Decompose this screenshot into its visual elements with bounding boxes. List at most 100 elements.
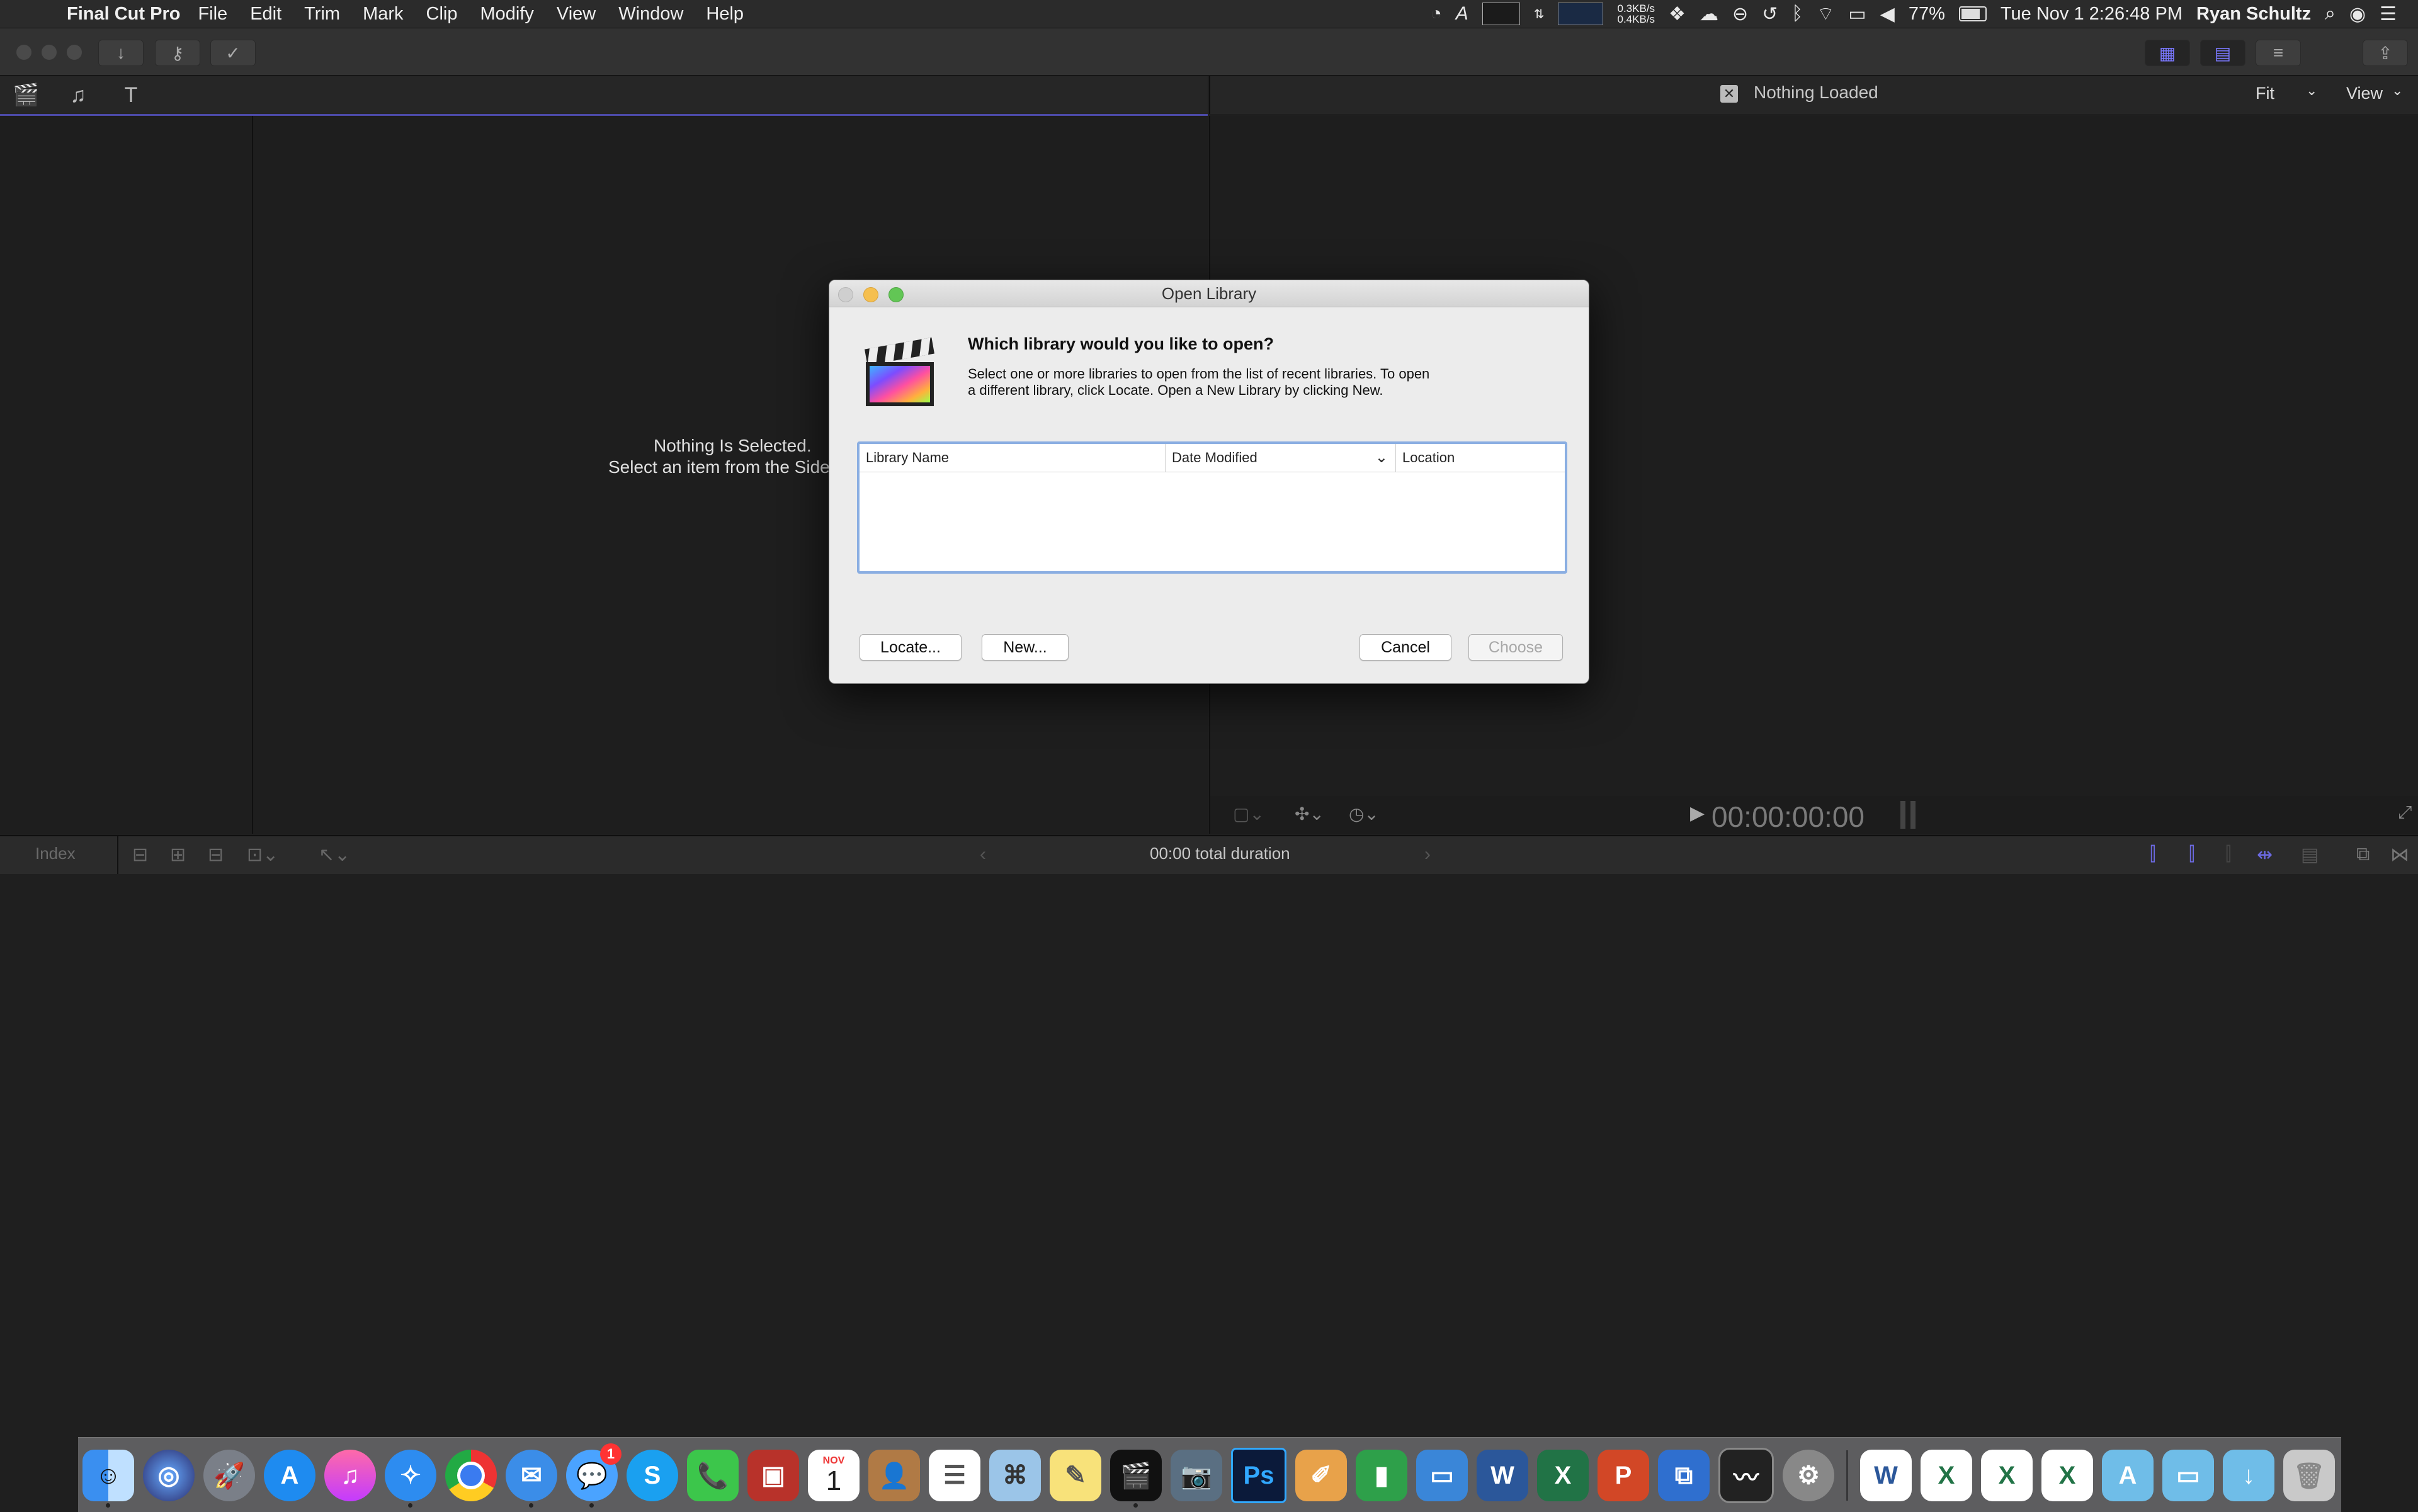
index-button[interactable]: Index bbox=[35, 844, 76, 863]
pages-icon[interactable]: ✐ bbox=[1295, 1450, 1347, 1501]
chevron-down-icon[interactable]: ⌄ bbox=[2392, 82, 2403, 99]
dialog-minimize-button[interactable] bbox=[863, 287, 878, 302]
menu-view[interactable]: View bbox=[557, 4, 596, 25]
chrome-icon[interactable] bbox=[445, 1450, 497, 1501]
transfer-arrows-icon[interactable]: ⇅ bbox=[1534, 6, 1545, 22]
connect-clip-icon[interactable]: ⊟ bbox=[132, 844, 148, 866]
excel-document-icon[interactable]: X bbox=[1981, 1450, 2033, 1501]
bluetooth-icon[interactable]: ᛒ bbox=[1791, 3, 1803, 25]
downloads-folder-icon[interactable]: ↓ bbox=[2223, 1450, 2274, 1501]
messages-icon[interactable]: 💬 1 bbox=[566, 1443, 622, 1508]
final-cut-pro-dock-icon[interactable]: 🎬 bbox=[1110, 1450, 1162, 1508]
skype-icon[interactable]: S bbox=[627, 1450, 678, 1501]
cpu-meter-icon[interactable] bbox=[1482, 3, 1520, 25]
viewer-options-icon[interactable]: ▢⌄ bbox=[1233, 804, 1264, 824]
select-tool-icon[interactable]: ↖⌄ bbox=[319, 844, 350, 866]
zoom-menu[interactable]: Fit bbox=[2256, 84, 2274, 103]
column-location[interactable]: Location bbox=[1396, 444, 1562, 472]
documents-folder-icon[interactable]: ▭ bbox=[2162, 1450, 2214, 1501]
window-close-button[interactable] bbox=[16, 45, 31, 60]
excel-document-icon[interactable]: X bbox=[1921, 1450, 1972, 1501]
back-arrow-icon[interactable]: ‹ bbox=[980, 844, 986, 865]
menu-modify[interactable]: Modify bbox=[480, 4, 534, 25]
finder-icon[interactable]: ☺ bbox=[82, 1450, 134, 1508]
background-tasks-button[interactable]: ✓ bbox=[210, 40, 256, 66]
notification-center-icon[interactable]: ☰ bbox=[2380, 3, 2397, 25]
import-button[interactable]: ↓ bbox=[98, 40, 144, 66]
app-menu[interactable]: Final Cut Pro bbox=[67, 4, 180, 25]
titles-generators-icon[interactable]: T bbox=[118, 82, 144, 108]
excel-icon[interactable]: X bbox=[1537, 1450, 1589, 1501]
spotlight-search-icon[interactable]: ⌕ bbox=[2325, 3, 2336, 25]
itunes-icon[interactable]: ♫ bbox=[324, 1450, 376, 1501]
column-date-modified[interactable]: Date Modified ⌄ bbox=[1166, 444, 1396, 472]
clip-appearance-icon[interactable]: ▤ bbox=[2301, 844, 2319, 866]
append-clip-icon[interactable]: ⊟ bbox=[208, 844, 224, 866]
applications-folder-icon[interactable]: A bbox=[2102, 1450, 2154, 1501]
word-icon[interactable]: W bbox=[1477, 1450, 1528, 1501]
trash-icon[interactable]: 🗑 bbox=[2283, 1450, 2335, 1501]
photo-booth-icon[interactable]: ▣ bbox=[747, 1450, 799, 1501]
fullscreen-icon[interactable]: ⤢ bbox=[2398, 802, 2412, 823]
new-library-button[interactable]: New... bbox=[982, 634, 1069, 661]
window-minimize-button[interactable] bbox=[42, 45, 57, 60]
sort-chevron-down-icon[interactable]: ⌄ bbox=[1375, 444, 1388, 472]
app-store-icon[interactable]: A bbox=[264, 1450, 315, 1501]
battery-icon[interactable] bbox=[1958, 6, 1987, 21]
timecode-display[interactable]: 00:00:00:00 bbox=[1711, 800, 1865, 834]
overwrite-clip-icon[interactable]: ⊡⌄ bbox=[247, 844, 278, 866]
siri-icon[interactable]: ◉ bbox=[2349, 3, 2366, 25]
transform-tool-icon[interactable]: ✣⌄ bbox=[1295, 804, 1324, 824]
menu-help[interactable]: Help bbox=[706, 4, 744, 25]
chevron-down-icon[interactable]: ⌄ bbox=[2306, 82, 2317, 99]
locate-button[interactable]: Locate... bbox=[860, 634, 962, 661]
forward-arrow-icon[interactable]: › bbox=[1424, 844, 1431, 865]
safari-icon[interactable]: ✧ bbox=[385, 1450, 436, 1508]
wifi-icon[interactable]: ⌔ bbox=[1817, 2, 1834, 26]
calendar-icon[interactable]: NOV 1 bbox=[808, 1450, 860, 1501]
photoshop-icon[interactable]: Ps bbox=[1231, 1448, 1286, 1503]
snapping-icon[interactable]: ⇹ bbox=[2257, 844, 2273, 866]
contacts-icon[interactable]: 👤 bbox=[868, 1450, 920, 1501]
battery-percent[interactable]: 77% bbox=[1909, 4, 1945, 25]
share-button[interactable]: ⇪ bbox=[2363, 40, 2408, 66]
audio-skimming-icon[interactable]: ⫿ bbox=[2189, 844, 2195, 865]
choose-button[interactable]: Choose bbox=[1468, 634, 1563, 661]
cloud-icon[interactable]: ☁ bbox=[1700, 3, 1718, 25]
menu-trim[interactable]: Trim bbox=[304, 4, 340, 25]
text-input-icon[interactable]: A bbox=[1456, 3, 1468, 25]
airplay-icon[interactable]: ▭ bbox=[1848, 3, 1866, 25]
preview-icon[interactable]: ⌘ bbox=[989, 1450, 1041, 1501]
view-menu[interactable]: View bbox=[2346, 84, 2383, 103]
notes-icon[interactable]: ✎ bbox=[1050, 1450, 1101, 1501]
libraries-sidebar[interactable] bbox=[0, 116, 253, 834]
system-preferences-icon[interactable]: ⚙ bbox=[1783, 1450, 1834, 1501]
clock-app-icon[interactable]: ◔ bbox=[1431, 3, 1442, 25]
launchpad-icon[interactable]: 🚀 bbox=[203, 1450, 255, 1501]
solo-icon[interactable]: ⫿ bbox=[2225, 844, 2232, 865]
facetime-icon[interactable]: 📞 bbox=[687, 1450, 739, 1501]
excel-document-icon[interactable]: X bbox=[2041, 1450, 2093, 1501]
volume-icon[interactable]: ◀ bbox=[1880, 3, 1895, 25]
keywords-button[interactable]: ⚷ bbox=[155, 40, 200, 66]
audio-meter-icon[interactable] bbox=[1900, 801, 1916, 829]
powerpoint-icon[interactable]: P bbox=[1598, 1450, 1649, 1501]
cancel-button[interactable]: Cancel bbox=[1359, 634, 1451, 661]
dialog-close-button[interactable] bbox=[838, 287, 853, 302]
timeline-toggle-button[interactable]: ▤ bbox=[2200, 40, 2245, 66]
network-graph-icon[interactable] bbox=[1558, 3, 1604, 25]
menu-file[interactable]: File bbox=[198, 4, 227, 25]
insert-clip-icon[interactable]: ⊞ bbox=[170, 844, 186, 866]
browser-toggle-button[interactable]: ▦ bbox=[2145, 40, 2190, 66]
column-library-name[interactable]: Library Name bbox=[860, 444, 1166, 472]
menu-clip[interactable]: Clip bbox=[426, 4, 458, 25]
vmware-icon[interactable]: ⧉ bbox=[1658, 1450, 1710, 1501]
menu-window[interactable]: Window bbox=[618, 4, 683, 25]
retime-icon[interactable]: ◷⌄ bbox=[1349, 804, 1379, 824]
reminders-icon[interactable]: ☰ bbox=[929, 1450, 980, 1501]
menu-mark[interactable]: Mark bbox=[363, 4, 403, 25]
airmail-icon[interactable]: ✉ bbox=[506, 1450, 557, 1508]
window-zoom-button[interactable] bbox=[67, 45, 82, 60]
word-document-icon[interactable]: W bbox=[1860, 1450, 1912, 1501]
libraries-clapper-icon[interactable]: 🎬 bbox=[13, 82, 39, 108]
